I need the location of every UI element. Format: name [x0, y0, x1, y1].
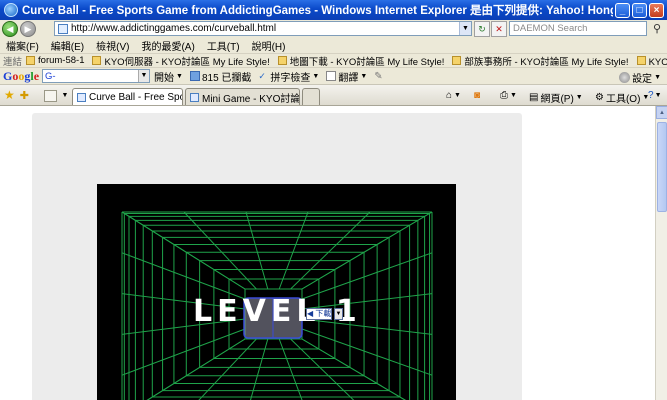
tunnel-depth-line [245, 211, 269, 290]
page-icon [77, 92, 86, 102]
settings-dropdown-icon[interactable]: ▼ [654, 74, 661, 81]
translate-icon [326, 71, 337, 81]
tools-gear-icon: ⚙ [595, 92, 604, 103]
link-item[interactable]: KYO討論區 My Life Style! [636, 54, 667, 67]
tunnel-depth-line [183, 211, 257, 290]
new-tab-button[interactable] [302, 88, 320, 105]
home-icon[interactable]: ⌂ ▼ [446, 90, 461, 101]
page-icon [58, 23, 68, 34]
tab-mini-game[interactable]: Mini Game - KYO討論區 魔... [185, 88, 300, 105]
tools-menu-button[interactable]: ⚙ 工具(O) ▼ [595, 90, 649, 105]
tunnel-depth-line [121, 252, 246, 300]
url-dropdown-icon[interactable]: ▼ [459, 22, 471, 35]
pencil-icon[interactable]: ✎ [374, 71, 382, 82]
url-text: http://www.addictinggames.com/curveball.… [71, 23, 277, 34]
page-menu-button[interactable]: ▤ 網頁(P) ▼ [529, 90, 583, 105]
link-icon [452, 56, 462, 65]
scroll-thumb[interactable] [657, 122, 667, 212]
url-input[interactable]: http://www.addictinggames.com/curveball.… [54, 21, 472, 36]
google-go-button[interactable]: 開始 ▼ [154, 69, 183, 84]
google-logo: Google [3, 68, 40, 83]
page-content: LEVEL 1 ◀ 下載 ▼ ▲ [0, 106, 667, 400]
menu-tools[interactable]: 工具(T) [207, 38, 240, 53]
scroll-up-arrow-icon[interactable]: ▲ [656, 106, 667, 119]
popup-blocker-icon [189, 71, 200, 81]
page-menu-icon: ▤ [529, 92, 539, 103]
ie-icon [4, 3, 18, 17]
link-item[interactable]: KYO伺服器 - KYO討論區 My Life Style! [92, 54, 270, 67]
link-icon [277, 56, 287, 65]
link-item[interactable]: forum-58-1 [26, 55, 84, 66]
vertical-scrollbar[interactable]: ▲ [655, 106, 667, 400]
settings-button[interactable]: 設定 [632, 70, 652, 85]
address-bar: ◀ ▶ http://www.addictinggames.com/curveb… [0, 20, 667, 38]
game-canvas[interactable]: LEVEL 1 ◀ 下載 ▼ [97, 184, 456, 400]
tunnel-depth-line [278, 211, 309, 290]
tab-bar: ★ ✚ ▼ Curve Ball - Free Sports G... ✕ Mi… [0, 84, 667, 106]
tunnel-depth-line [301, 211, 433, 290]
tab-curve-ball[interactable]: Curve Ball - Free Sports G... ✕ [72, 88, 183, 105]
forward-arrow-icon[interactable]: ▶ [20, 21, 36, 37]
google-search-dropdown-icon[interactable]: ▼ [138, 70, 150, 82]
translate-button[interactable]: 翻譯 ▼ [326, 69, 367, 84]
search-input[interactable]: DAEMON Search [509, 21, 647, 36]
google-toolbar: Google G- ▼ 開始 ▼ 815 已攔截 ✓ 拼字檢查 ▼ 翻譯 ▼ ✎ 設定 … [0, 67, 667, 85]
menu-edit[interactable]: 編輯(E) [51, 38, 84, 53]
menu-favorites[interactable]: 我的最愛(A) [141, 38, 194, 53]
popup-blocker[interactable]: 815 已攔截 [189, 69, 251, 84]
links-bar: 連結 forum-58-1 KYO伺服器 - KYO討論區 My Life St… [0, 53, 667, 67]
title-bar: Curve Ball - Free Sports Game from Addic… [0, 0, 667, 20]
window-title: Curve Ball - Free Sports Game from Addic… [22, 5, 613, 17]
menu-file[interactable]: 檔案(F) [6, 38, 39, 53]
spell-check-button[interactable]: ✓ 拼字檢查 ▼ [258, 69, 319, 84]
menu-view[interactable]: 檢視(V) [96, 38, 129, 53]
tunnel-depth-line [290, 211, 371, 290]
menu-bar: 檔案(F) 編輯(E) 檢視(V) 我的最愛(A) 工具(T) 說明(H) [0, 38, 667, 53]
tunnel-depth-line [121, 328, 246, 376]
tab-list-dropdown-icon[interactable]: ▼ [60, 90, 70, 102]
tunnel-grid [121, 211, 433, 400]
google-search-input[interactable]: G- ▼ [42, 69, 151, 83]
favorites-star-icon[interactable]: ★ [4, 88, 15, 102]
print-icon[interactable]: ⎙ ▼ [500, 90, 517, 101]
link-item[interactable]: 地圖下載 - KYO討論區 My Life Style! [277, 54, 444, 67]
help-icon[interactable]: ? ▼ [648, 90, 662, 101]
download-badge[interactable]: ◀ 下載 [306, 308, 332, 320]
minimize-button[interactable]: _ [615, 2, 630, 18]
links-label: 連結 [3, 56, 23, 68]
back-arrow-icon[interactable]: ◀ [2, 21, 18, 37]
close-button[interactable]: × [649, 2, 664, 18]
settings-icon [619, 72, 631, 83]
add-favorites-icon[interactable]: ✚ [20, 89, 29, 102]
maximize-button[interactable]: □ [632, 2, 647, 18]
page-icon [190, 92, 199, 102]
spell-check-icon: ✓ [258, 71, 266, 81]
search-icon[interactable]: ⚲ [649, 21, 665, 37]
link-icon [92, 56, 102, 65]
quick-tabs-icon[interactable] [44, 90, 57, 102]
download-badge-dropdown-icon[interactable]: ▼ [334, 308, 343, 320]
link-item[interactable]: 部族事務所 - KYO討論區 My Life Style! [452, 54, 629, 67]
refresh-icon[interactable]: ↻ [474, 21, 490, 37]
tunnel-depth-line [121, 211, 246, 290]
feeds-icon[interactable]: ◙ [474, 90, 480, 101]
stop-icon[interactable]: ✕ [491, 21, 507, 37]
menu-help[interactable]: 說明(H) [252, 38, 286, 53]
link-icon [26, 56, 36, 65]
link-icon [636, 56, 646, 65]
